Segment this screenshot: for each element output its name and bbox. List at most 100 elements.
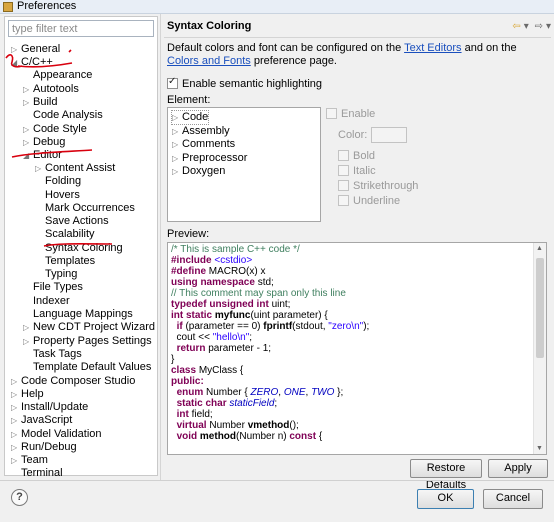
code-preview[interactable]: /* This is sample C++ code */#include <c… [167,242,547,455]
expanded-twisty-icon[interactable]: ◢ [23,149,33,162]
tree-item[interactable]: Templates [35,255,95,268]
text-editors-link[interactable]: Text Editors [404,42,461,54]
tree-item[interactable]: ▷ Code Style [23,123,87,136]
underline-checkbox[interactable] [338,195,349,206]
tree-item[interactable]: ▷ JavaScript [11,414,72,427]
element-item[interactable]: ▷ Assembly [172,125,230,138]
restore-defaults-button[interactable]: Restore Defaults [410,459,482,491]
semantic-highlighting-option[interactable]: Enable semantic highlighting [167,76,322,90]
enable-option[interactable]: Enable [326,108,375,121]
collapsed-twisty-icon[interactable]: ▷ [23,96,33,109]
tree-item[interactable]: ▷ Property Pages Settings [23,335,152,348]
help-icon[interactable]: ? [11,489,28,506]
tree-item[interactable]: ▷ Autotools [23,83,79,96]
tree-item[interactable]: ◢ C/C++ [11,56,53,69]
window-title: Preferences [17,0,77,12]
tree-item[interactable]: Template Default Values [23,361,151,374]
code-line: #define MACRO(x) x [171,266,531,277]
tree-item[interactable]: Indexer [23,295,70,308]
tree-item[interactable]: Hovers [35,189,80,202]
tree-item[interactable]: Scalability [35,228,95,241]
tree-item[interactable]: ◢ Editor [23,149,62,162]
tree-item[interactable]: ▷ Model Validation [11,428,102,441]
back-arrow-icon[interactable]: ⇦ [512,21,520,32]
cancel-button[interactable]: Cancel [483,489,543,509]
enable-checkbox[interactable] [326,108,337,119]
tree-item-label: Appearance [33,69,93,81]
strikethrough-checkbox[interactable] [338,180,349,191]
tree-item[interactable]: Language Mappings [23,308,133,321]
preview-scrollbar[interactable]: ▲ ▼ [533,243,546,454]
underline-option[interactable]: Underline [338,195,400,208]
italic-option[interactable]: Italic [338,165,376,178]
code-token: TWO [311,387,335,398]
tree-item[interactable]: Folding [35,175,81,188]
tree-item[interactable]: ▷ Build [23,96,57,109]
tree-item[interactable]: Typing [35,268,77,281]
collapsed-twisty-icon[interactable]: ▷ [23,123,33,136]
collapsed-twisty-icon[interactable]: ▷ [11,43,21,56]
expanded-twisty-icon[interactable]: ◢ [11,56,21,69]
scroll-down-icon[interactable]: ▼ [536,445,543,452]
collapsed-twisty-icon[interactable]: ▷ [11,428,21,441]
color-picker-button[interactable] [371,127,408,144]
apply-button[interactable]: Apply [488,459,548,478]
italic-checkbox[interactable] [338,165,349,176]
scroll-up-icon[interactable]: ▲ [536,245,543,252]
back-menu-chevron-icon[interactable]: ▾ [524,21,529,32]
collapsed-twisty-icon[interactable]: ▷ [11,375,21,388]
collapsed-twisty-icon[interactable]: ▷ [23,335,33,348]
collapsed-twisty-icon[interactable]: ▷ [172,138,182,151]
tree-item[interactable]: ▷ General [11,43,60,56]
semantic-highlighting-checkbox[interactable] [167,76,178,89]
element-item[interactable]: ▷ Preprocessor [172,152,247,165]
tree-item[interactable]: Syntax Coloring [35,242,123,255]
strikethrough-option[interactable]: Strikethrough [338,180,418,193]
collapsed-twisty-icon[interactable]: ▷ [172,165,182,178]
tree-item[interactable]: ▷ Help [11,388,44,401]
tree-item[interactable]: Mark Occurrences [35,202,135,215]
collapsed-twisty-icon[interactable]: ▷ [35,162,45,175]
element-item[interactable]: ▷ Comments [172,138,235,151]
tree-item[interactable]: Appearance [23,69,92,82]
collapsed-twisty-icon[interactable]: ▷ [11,401,21,414]
tree-item[interactable]: Task Tags [23,348,82,361]
collapsed-twisty-icon[interactable]: ▷ [11,388,21,401]
collapsed-twisty-icon[interactable]: ▷ [172,111,182,124]
tree-item[interactable]: Code Analysis [23,109,103,122]
collapsed-twisty-icon[interactable]: ▷ [23,83,33,96]
collapsed-twisty-icon[interactable]: ▷ [11,454,21,467]
sash-divider[interactable] [160,14,161,480]
collapsed-twisty-icon[interactable]: ▷ [23,136,33,149]
forward-arrow-icon[interactable]: ⇨ [535,21,543,32]
scrollbar-thumb[interactable] [536,258,544,358]
element-tree: ▷ Code ▷ Assembly ▷ Comments ▷ Preprocessor ▷ Dox… [167,107,321,222]
colors-and-fonts-link[interactable]: Colors and Fonts [167,55,251,67]
collapsed-twisty-icon[interactable]: ▷ [11,441,21,454]
bold-checkbox[interactable] [338,150,349,161]
collapsed-twisty-icon[interactable]: ▷ [172,152,182,165]
tree-item-label: Autotools [33,83,79,95]
color-label: Color: [338,129,368,141]
forward-menu-chevron-icon[interactable]: ▾ [546,21,551,32]
element-item[interactable]: ▷ Code [170,110,210,125]
tree-item[interactable]: ▷ Content Assist [35,162,115,175]
tree-item[interactable]: Save Actions [35,215,109,228]
ok-button[interactable]: OK [417,489,474,509]
collapsed-twisty-icon[interactable]: ▷ [172,125,182,138]
tree-item[interactable]: Terminal [11,467,63,480]
tree-item[interactable]: ▷ New CDT Project Wizard [23,321,155,334]
tree-item[interactable]: ▷ Run/Debug [11,441,77,454]
tree-item[interactable]: ▷ Install/Update [11,401,88,414]
tree-item[interactable]: ▷ Code Composer Studio [11,375,135,388]
tree-item[interactable]: ▷ Debug [23,136,65,149]
strikethrough-label: Strikethrough [353,180,419,192]
tree-item[interactable]: File Types [23,281,83,294]
tree-item[interactable]: ▷ Team [11,454,48,467]
filter-input[interactable] [8,20,154,37]
collapsed-twisty-icon[interactable]: ▷ [23,321,33,334]
tree-item-label: Install/Update [21,401,89,413]
bold-option[interactable]: Bold [338,150,375,163]
collapsed-twisty-icon[interactable]: ▷ [11,414,21,427]
element-item[interactable]: ▷ Doxygen [172,165,225,178]
